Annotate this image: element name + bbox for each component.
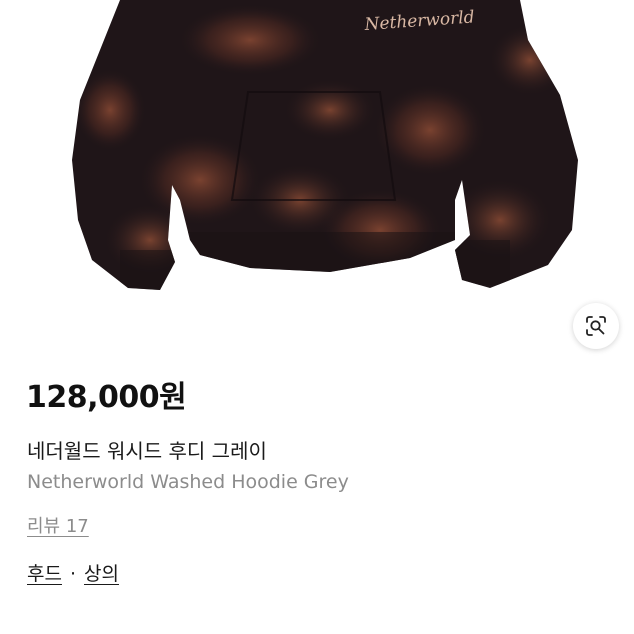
category-link-top[interactable]: 상의 <box>84 560 119 588</box>
category-separator: · <box>69 563 77 585</box>
hoodie-graphic <box>72 0 578 290</box>
product-title-english: Netherworld Washed Hoodie Grey <box>27 471 349 493</box>
image-search-icon <box>586 316 606 336</box>
price: 128,000원 <box>26 380 187 415</box>
product-title-korean: 네더월드 워시드 후디 그레이 <box>27 439 267 463</box>
product-image[interactable]: Netherworld <box>0 0 634 305</box>
category-link-hood[interactable]: 후드 <box>27 560 62 588</box>
category-breadcrumb: 후드 · 상의 <box>27 560 119 588</box>
reviews-link[interactable]: 리뷰 17 <box>27 513 89 541</box>
image-search-button[interactable] <box>573 303 619 349</box>
